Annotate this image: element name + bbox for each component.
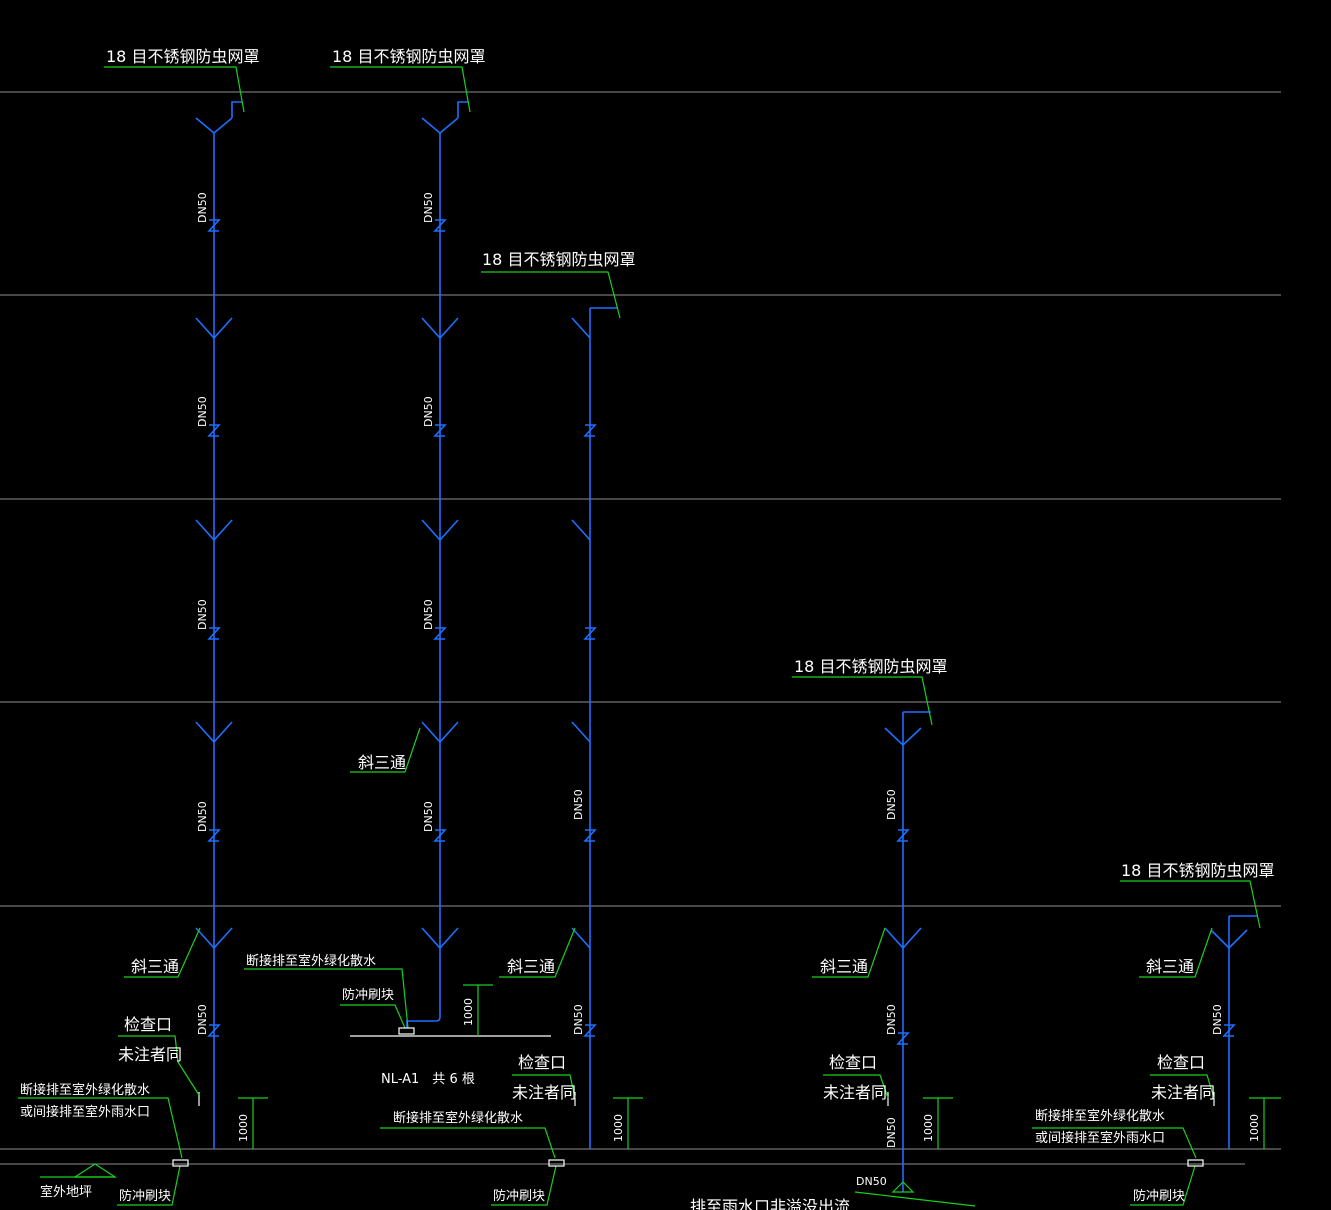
riser-2 xyxy=(406,101,468,1028)
splash-block-label: 防冲刷块 xyxy=(119,1188,171,1204)
mesh-label: 18 目不锈钢防虫网罩 xyxy=(106,47,259,66)
splash-leaders xyxy=(117,1165,1196,1206)
pipe-size-label: DN50 xyxy=(572,789,585,820)
drainage-riser-diagram: 18 目不锈钢防虫网罩 18 目不锈钢防虫网罩 18 目不锈钢防虫网罩 18 目… xyxy=(0,47,1281,1210)
pipe-size-label: DN50 xyxy=(422,801,435,832)
not-noted-label: 未注者同 xyxy=(118,1045,182,1064)
splash-block-label: 防冲刷块 xyxy=(1133,1188,1185,1204)
floor-lines xyxy=(0,91,1281,1165)
splash-block-label: 防冲刷块 xyxy=(342,987,394,1003)
discharge-label: 断接排至室外绿化散水 xyxy=(1035,1108,1165,1124)
pipe-size-label: DN50 xyxy=(885,1004,898,1035)
not-noted-label: 未注者同 xyxy=(512,1083,576,1102)
pipe-size-label: DN50 xyxy=(885,1117,898,1148)
wye-tee-label: 斜三通 xyxy=(1146,957,1194,976)
discharge-label: 断接排至室外绿化散水 xyxy=(393,1110,523,1126)
discharge-label: 断接排至室外绿化散水 xyxy=(20,1082,150,1098)
wye-tee-label: 斜三通 xyxy=(507,957,555,976)
pipe-size-label: DN50 xyxy=(196,801,209,832)
cleanout-label: 检查口 xyxy=(124,1015,172,1034)
dimension-label: 1000 xyxy=(237,1114,250,1142)
dimension-label: 1000 xyxy=(612,1114,625,1142)
mesh-label: 18 目不锈钢防虫网罩 xyxy=(332,47,485,66)
mesh-label: 18 目不锈钢防虫网罩 xyxy=(1121,861,1274,880)
cleanout-label: 检查口 xyxy=(1157,1053,1205,1072)
discharge-alt-label: 或间接排至室外雨水口 xyxy=(20,1104,150,1120)
pipe-size-label: DN50 xyxy=(196,1004,209,1035)
pipe-size-label: DN50 xyxy=(196,192,209,223)
dimension-label: 1000 xyxy=(462,998,475,1026)
cleanout-leaders xyxy=(118,1035,1215,1099)
mesh-leaders xyxy=(104,66,1261,929)
outdoor-ground-label: 室外地坪 xyxy=(40,1184,92,1200)
riser-tag: NL-A1 共 6 根 xyxy=(381,1072,475,1087)
pipe-size-label: DN50 xyxy=(572,1004,585,1035)
cleanout-label: 检查口 xyxy=(518,1053,566,1072)
not-noted-label: 未注者同 xyxy=(823,1083,887,1102)
drain-to-rain-label: 排至雨水口非溢没出流 xyxy=(690,1197,850,1210)
pipe-size-label: DN50 xyxy=(1211,1004,1224,1035)
cleanout-label: 检查口 xyxy=(829,1053,877,1072)
ground-symbol xyxy=(40,1163,118,1178)
pipe-size-label: DN50 xyxy=(196,599,209,630)
pipe-size-label: DN50 xyxy=(885,789,898,820)
dimension-label: 1000 xyxy=(1248,1114,1261,1142)
discharge-label: 断接排至室外绿化散水 xyxy=(246,953,376,969)
pipe-size-label: DN50 xyxy=(422,396,435,427)
wye-tee-label: 斜三通 xyxy=(358,753,406,772)
mesh-label: 18 目不锈钢防虫网罩 xyxy=(482,250,635,269)
pipe-size-label: DN50 xyxy=(856,1175,887,1188)
discharge-alt-label: 或间接排至室外雨水口 xyxy=(1035,1130,1165,1146)
text-labels: 18 目不锈钢防虫网罩 18 目不锈钢防虫网罩 18 目不锈钢防虫网罩 18 目… xyxy=(20,47,1274,1210)
pipe-size-label: DN50 xyxy=(422,599,435,630)
dimension-label: 1000 xyxy=(922,1114,935,1142)
mesh-label: 18 目不锈钢防虫网罩 xyxy=(794,657,947,676)
wye-leaders xyxy=(124,727,1213,978)
wye-tee-label: 斜三通 xyxy=(820,957,868,976)
not-noted-label: 未注者同 xyxy=(1151,1083,1215,1102)
pipe-size-label: DN50 xyxy=(422,192,435,223)
wye-tee-label: 斜三通 xyxy=(131,957,179,976)
discharge-leaders xyxy=(18,968,1197,1159)
splash-block-label: 防冲刷块 xyxy=(493,1188,545,1204)
pipe-size-label: DN50 xyxy=(196,396,209,427)
riser-4 xyxy=(854,711,976,1207)
